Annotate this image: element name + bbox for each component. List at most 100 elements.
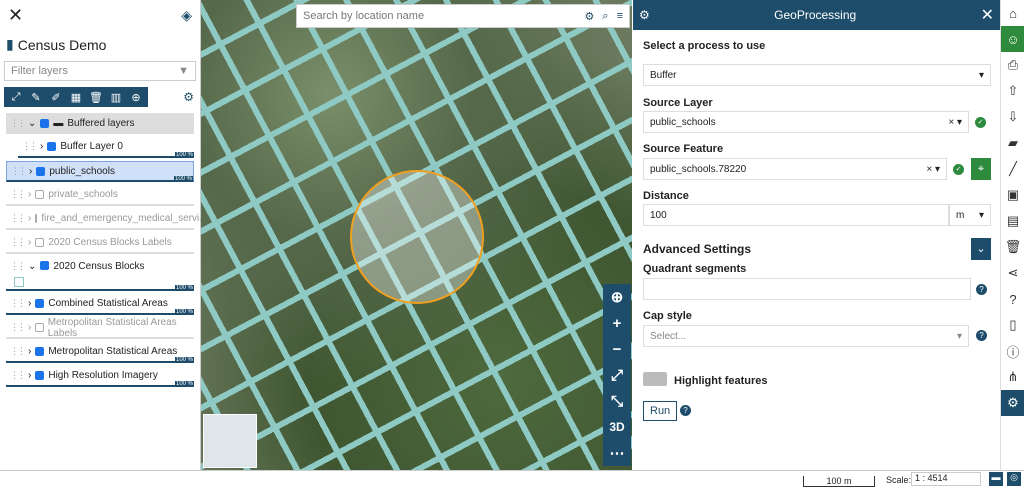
clear-icon[interactable]: × ▾ xyxy=(948,117,962,128)
layer-item[interactable]: ⋮⋮ › public_schools 100 % xyxy=(6,161,194,182)
add-icon[interactable]: ⊕ xyxy=(126,87,146,107)
layer-item[interactable]: ⋮⋮ › High Resolution Imagery 100 % xyxy=(6,366,194,387)
globe-icon[interactable]: ◎ xyxy=(1007,472,1021,486)
home-icon[interactable]: ⌂ xyxy=(1001,0,1024,26)
filter-input[interactable]: Filter layers ▼ xyxy=(4,61,196,81)
search-input[interactable]: Search by location name ⚙ ⌕ ≡ xyxy=(296,4,630,28)
upload-icon[interactable]: ⇧ xyxy=(1001,78,1024,104)
scale-label: Scale: xyxy=(886,475,912,485)
gear-icon[interactable]: ⚙ xyxy=(585,10,595,23)
select-process-label: Select a process to use xyxy=(643,40,766,52)
zoom-extent-icon[interactable]: ⤢ xyxy=(6,87,26,107)
3d-button[interactable]: 3D xyxy=(603,414,631,440)
zoom-in-button[interactable]: + xyxy=(603,310,631,336)
source-feature-select[interactable]: public_schools.78220 × ▾ xyxy=(643,158,947,180)
close-icon[interactable]: ✕ xyxy=(981,5,994,25)
drag-handle[interactable]: ⋮⋮ xyxy=(10,118,26,129)
help-icon[interactable]: ? xyxy=(976,284,987,295)
brush-icon[interactable]: ✐ xyxy=(46,87,66,107)
drag-handle[interactable]: ⋮⋮ xyxy=(10,213,26,224)
folder-icon[interactable]: ▰ xyxy=(1001,130,1024,156)
drag-handle[interactable]: ⋮⋮ xyxy=(10,370,26,381)
overview-map[interactable] xyxy=(203,414,257,468)
locate-icon[interactable]: ⊕ xyxy=(603,284,631,310)
save-as-icon[interactable]: ▤ xyxy=(1001,208,1024,234)
chevron-down-icon[interactable]: ⌄ xyxy=(971,238,991,260)
settings-icon[interactable]: ⚙ xyxy=(183,90,194,104)
layer-group[interactable]: ⋮⋮ ⌄ ▬ Buffered layers xyxy=(6,113,194,134)
locate-feature-icon[interactable]: ⌖ xyxy=(971,158,991,180)
filter-icon[interactable]: ▼ xyxy=(178,65,189,77)
drag-handle[interactable]: ⋮⋮ xyxy=(10,346,26,357)
clear-icon[interactable]: × ▾ xyxy=(926,164,940,175)
layers-icon[interactable]: ◈ xyxy=(181,7,192,24)
quadrant-input[interactable] xyxy=(643,278,971,300)
cap-style-label: Cap style xyxy=(643,310,692,322)
highlight-toggle[interactable] xyxy=(643,372,667,386)
layer-item[interactable]: ⋮⋮ › fire_and_emergency_medical_servi... xyxy=(6,209,208,230)
check-icon: ✓ xyxy=(953,164,964,175)
network-icon[interactable]: ⋔ xyxy=(1001,364,1024,390)
help-icon[interactable]: ? xyxy=(680,405,691,416)
search-icon[interactable]: ⌕ xyxy=(602,10,608,23)
book-icon[interactable]: ▯ xyxy=(1001,312,1024,338)
geoprocessing-icon: ⚙ xyxy=(639,8,650,22)
cap-style-select[interactable]: Select... ▾ xyxy=(643,325,969,347)
distance-input[interactable]: 100 xyxy=(643,204,949,226)
source-layer-select[interactable]: public_schools × ▾ xyxy=(643,111,969,133)
save-icon[interactable]: ▣ xyxy=(1001,182,1024,208)
layer-toolbar: ⤢ ✎ ✐ ▦ 🗑 ▥ ⊕ xyxy=(4,87,148,107)
print-icon[interactable]: ⎙ xyxy=(1001,52,1024,78)
chevron-down-icon: ▾ xyxy=(978,209,984,221)
chart-icon[interactable]: ▥ xyxy=(106,87,126,107)
drag-handle[interactable]: ⋮⋮ xyxy=(10,298,26,309)
check-icon: ✓ xyxy=(975,117,986,128)
process-select[interactable]: Buffer ▾ xyxy=(643,64,991,86)
menu-icon[interactable]: ≡ xyxy=(617,10,623,23)
run-button[interactable]: Run xyxy=(643,401,678,421)
right-toolbar: ⌂ ☺ ⎙ ⇧ ⇩ ▰ ╱ ▣ ▤ 🗑 ⋖ ? ▯ ⓘ ⋔ ⚙ xyxy=(1000,0,1024,470)
drag-handle[interactable]: ⋮⋮ xyxy=(10,322,26,333)
trash-icon[interactable]: 🗑 xyxy=(1001,234,1024,260)
help-icon[interactable]: ? xyxy=(976,330,987,341)
layer-item[interactable]: ⋮⋮ › Metropolitan Statistical Areas 100 % xyxy=(6,342,194,363)
trash-icon[interactable]: 🗑 xyxy=(86,87,106,107)
layer-item[interactable]: ⋮⋮ ⌄ 2020 Census Blocks 100 % xyxy=(6,257,194,291)
layer-item[interactable]: ⋮⋮ › 2020 Census Blocks Labels xyxy=(6,233,194,254)
layer-item[interactable]: ⋮⋮ › Metropolitan Statistical Areas Label… xyxy=(6,317,194,339)
chevron-down-icon: ▾ xyxy=(956,330,962,342)
measure-icon[interactable]: ╱ xyxy=(1001,156,1024,182)
geoprocessing-panel: ⚙ GeoProcessing ✕ Select a process to us… xyxy=(633,0,1000,470)
layer-item[interactable]: ⋮⋮ › private_schools xyxy=(6,185,194,206)
map-icon: ▮ xyxy=(6,36,14,52)
drag-handle[interactable]: ⋮⋮ xyxy=(10,189,26,200)
layer-item[interactable]: ⋮⋮ › Buffer Layer 0 100 % xyxy=(18,137,194,158)
layer-panel: ✕ ◈ ▮ Census Demo Filter layers ▼ ⤢ ✎ ✐ … xyxy=(0,0,208,470)
table-icon[interactable]: ▦ xyxy=(66,87,86,107)
distance-label: Distance xyxy=(643,190,689,202)
share-icon[interactable]: ⋖ xyxy=(1001,260,1024,286)
geoprocessing-icon[interactable]: ⚙ xyxy=(1001,390,1024,416)
scale-select[interactable]: 1 : 4514 xyxy=(911,472,981,486)
fit-icon[interactable]: ⤢ xyxy=(603,362,631,388)
map-title: Census Demo xyxy=(17,36,107,53)
drag-handle[interactable]: ⋮⋮ xyxy=(10,237,26,248)
help-icon[interactable]: ? xyxy=(1001,286,1024,312)
fullscreen-icon[interactable]: ⤡ xyxy=(603,388,631,414)
status-bar: 100 m Scale: 1 : 4514 ▬ ◎ xyxy=(0,470,1024,488)
drag-handle[interactable]: ⋮⋮ xyxy=(11,166,27,177)
user-icon[interactable]: ☺ xyxy=(1001,26,1024,52)
drag-handle[interactable]: ⋮⋮ xyxy=(10,261,26,272)
distance-unit-select[interactable]: m ▾ xyxy=(949,204,991,226)
advanced-settings-label: Advanced Settings xyxy=(643,242,752,256)
layer-item[interactable]: ⋮⋮ › Combined Statistical Areas 100 % xyxy=(6,294,194,315)
database-icon[interactable]: ▬ xyxy=(989,472,1003,486)
wrench-icon[interactable]: ✎ xyxy=(26,87,46,107)
info-icon[interactable]: ⓘ xyxy=(1001,338,1024,364)
close-icon[interactable]: ✕ xyxy=(8,5,23,26)
drag-handle[interactable]: ⋮⋮ xyxy=(22,141,38,152)
map-controls: ⊕ + − ⤢ ⤡ 3D ⋯ xyxy=(603,284,631,466)
more-icon[interactable]: ⋯ xyxy=(603,440,631,466)
download-icon[interactable]: ⇩ xyxy=(1001,104,1024,130)
zoom-out-button[interactable]: − xyxy=(603,336,631,362)
